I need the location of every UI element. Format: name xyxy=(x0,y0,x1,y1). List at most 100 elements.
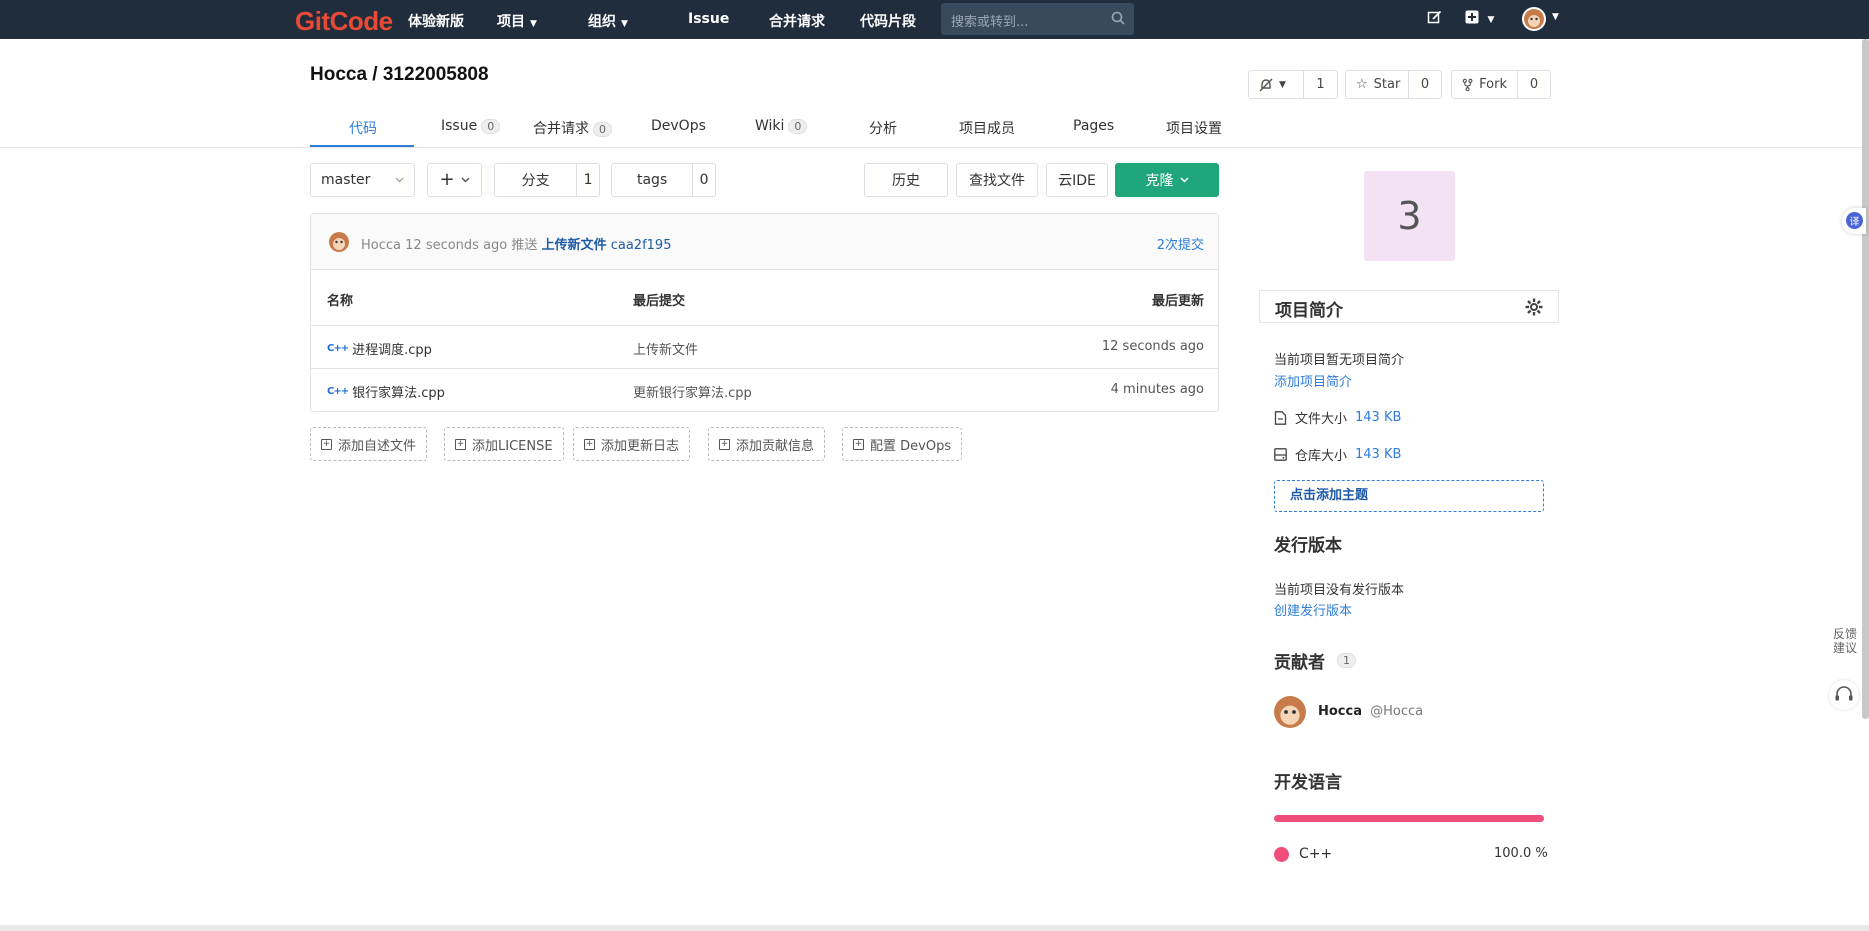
translate-widget[interactable]: 译 xyxy=(1842,208,1866,234)
tab-issue[interactable]: Issue 0 xyxy=(441,118,501,134)
plus-square-icon: + xyxy=(321,438,332,450)
find-file-button[interactable]: 查找文件 xyxy=(956,163,1038,197)
add-topic-button[interactable]: 点击添加主题 xyxy=(1274,480,1544,512)
notification-button[interactable]: ▼ 1 xyxy=(1248,70,1338,99)
tab-wiki-badge: 0 xyxy=(788,119,808,134)
add-changelog-button[interactable]: + 添加更新日志 xyxy=(573,427,691,461)
tab-merge-requests[interactable]: 合并请求 0 xyxy=(533,118,612,138)
gear-icon[interactable] xyxy=(1524,297,1544,317)
nav-projects[interactable]: 项目 ▼ xyxy=(497,11,537,31)
chevron-down-icon[interactable]: ▼ xyxy=(1552,12,1559,22)
add-license-label: 添加LICENSE xyxy=(472,438,553,454)
star-button[interactable]: ☆ Star 0 xyxy=(1345,70,1442,99)
commit-author[interactable]: Hocca xyxy=(361,238,401,253)
nav-projects-label: 项目 xyxy=(497,14,525,30)
tags-button[interactable]: tags 0 xyxy=(611,163,716,197)
add-readme-label: 添加自述文件 xyxy=(338,438,417,454)
contributor-info: Hocca @Hocca xyxy=(1318,704,1423,719)
tab-code[interactable]: 代码 xyxy=(349,118,377,138)
fork-count[interactable]: 0 xyxy=(1518,71,1550,98)
fork-button[interactable]: Fork 0 xyxy=(1451,70,1551,99)
file-name-cell[interactable]: C++ 进程调度.cpp xyxy=(327,339,432,358)
add-contributing-button[interactable]: + 添加贡献信息 xyxy=(708,427,826,461)
create-new-menu[interactable]: ▼ xyxy=(1465,10,1494,28)
top-navbar: GitCode 体验新版 项目 ▼ 组织 ▼ Issue 合并请求 代码片段 搜索或… xyxy=(0,0,1869,39)
gitcode-logo[interactable]: GitCode xyxy=(295,6,393,37)
commit-sha[interactable]: caa2f195 xyxy=(611,238,672,253)
create-release-link[interactable]: 创建发行版本 xyxy=(1274,600,1352,619)
file-commit-message[interactable]: 上传新文件 xyxy=(633,339,698,358)
branches-count: 1 xyxy=(583,172,593,188)
releases-empty-text: 当前项目没有发行版本 xyxy=(1274,583,1405,598)
branch-select[interactable]: master xyxy=(310,163,415,197)
clone-button[interactable]: 克隆 xyxy=(1115,163,1219,197)
table-row[interactable]: C++ 银行家算法.cpp 更新银行家算法.cpp 4 minutes ago xyxy=(311,368,1218,410)
search-input[interactable]: 搜索或转到... xyxy=(941,3,1134,35)
contributor-avatar[interactable] xyxy=(1274,696,1306,728)
contributors-title: 贡献者 xyxy=(1274,653,1325,673)
contributor-handle: @Hocca xyxy=(1370,704,1424,719)
col-updated-header: 最后更新 xyxy=(1151,294,1204,309)
last-commit-row: Hocca 12 seconds ago 推送 上传新文件 caa2f195 2… xyxy=(311,214,1218,270)
commit-time: 12 seconds ago xyxy=(405,238,508,253)
table-header: 名称 最后提交 最后更新 xyxy=(311,270,1218,326)
tags-label[interactable]: tags xyxy=(612,164,694,196)
file-size-value: 143 KB xyxy=(1355,410,1402,425)
nav-merge-requests[interactable]: 合并请求 xyxy=(769,11,825,31)
star-count[interactable]: 0 xyxy=(1409,71,1441,98)
contributor-name[interactable]: Hocca xyxy=(1318,704,1362,719)
tab-devops[interactable]: DevOps xyxy=(651,118,706,134)
cloud-ide-button[interactable]: 云IDE xyxy=(1046,163,1108,197)
tab-settings[interactable]: 项目设置 xyxy=(1166,118,1222,138)
add-dropdown-button[interactable]: + xyxy=(427,163,482,197)
commits-count-link[interactable]: 2次提交 xyxy=(1157,234,1204,253)
branches-button[interactable]: 分支 1 xyxy=(494,163,600,197)
plus-icon: + xyxy=(439,169,455,190)
tab-members[interactable]: 项目成员 xyxy=(959,118,1015,138)
tab-wiki[interactable]: Wiki 0 xyxy=(755,118,808,134)
add-readme-button[interactable]: + 添加自述文件 xyxy=(310,427,428,461)
add-contributing-label: 添加贡献信息 xyxy=(736,438,815,454)
nav-try-new[interactable]: 体验新版 xyxy=(408,11,464,31)
project-intro-header: 项目简介 xyxy=(1259,290,1559,323)
add-license-button[interactable]: + 添加LICENSE xyxy=(444,427,564,461)
author-avatar[interactable] xyxy=(329,232,349,252)
page-scrollbar[interactable] xyxy=(1862,39,1869,719)
tab-analytics[interactable]: 分析 xyxy=(869,118,897,138)
tab-pages[interactable]: Pages xyxy=(1073,118,1114,134)
tab-issue-label: Issue xyxy=(441,118,478,134)
branches-label[interactable]: 分支 xyxy=(495,164,578,196)
file-commit-message[interactable]: 更新银行家算法.cpp xyxy=(633,382,752,401)
support-button[interactable] xyxy=(1829,680,1859,710)
tab-wiki-label: Wiki xyxy=(755,118,785,134)
releases-title: 发行版本 xyxy=(1274,536,1342,556)
commit-message[interactable]: 上传新文件 xyxy=(542,238,607,253)
file-icon xyxy=(1274,410,1287,425)
file-name-cell[interactable]: C++ 银行家算法.cpp xyxy=(327,382,445,401)
nav-orgs[interactable]: 组织 ▼ xyxy=(588,11,628,31)
plus-square-icon: + xyxy=(719,438,730,450)
notification-toggle[interactable]: ▼ xyxy=(1249,71,1304,98)
file-size-row: 文件大小 143 KB xyxy=(1274,408,1401,427)
history-button[interactable]: 历史 xyxy=(864,163,948,197)
cpp-file-icon: C++ xyxy=(327,343,349,354)
file-name[interactable]: 进程调度.cpp xyxy=(352,339,432,358)
repo-size-row: 仓库大小 143 KB xyxy=(1274,445,1401,464)
user-avatar[interactable] xyxy=(1522,7,1546,31)
contributors-header: 贡献者 1 xyxy=(1274,648,1356,673)
edit-icon[interactable] xyxy=(1427,10,1442,25)
file-updated-time: 4 minutes ago xyxy=(1110,382,1204,397)
cpp-file-icon: C++ xyxy=(327,386,349,397)
configure-devops-button[interactable]: + 配置 DevOps xyxy=(842,427,963,461)
file-name[interactable]: 银行家算法.cpp xyxy=(352,382,445,401)
contributors-count: 1 xyxy=(1337,653,1356,668)
feedback-button[interactable]: 反馈建议 xyxy=(1830,627,1860,655)
nav-issue[interactable]: Issue xyxy=(688,11,729,27)
table-row[interactable]: C++ 进程调度.cpp 上传新文件 12 seconds ago xyxy=(311,326,1218,368)
nav-snippets[interactable]: 代码片段 xyxy=(860,11,916,31)
project-title[interactable]: Hocca / 3122005808 xyxy=(310,64,489,86)
intro-empty-text: 当前项目暂无项目简介 xyxy=(1274,353,1405,368)
project-intro-title: 项目简介 xyxy=(1275,301,1343,321)
add-intro-link[interactable]: 添加项目简介 xyxy=(1274,371,1352,390)
fork-label: Fork xyxy=(1479,77,1507,92)
